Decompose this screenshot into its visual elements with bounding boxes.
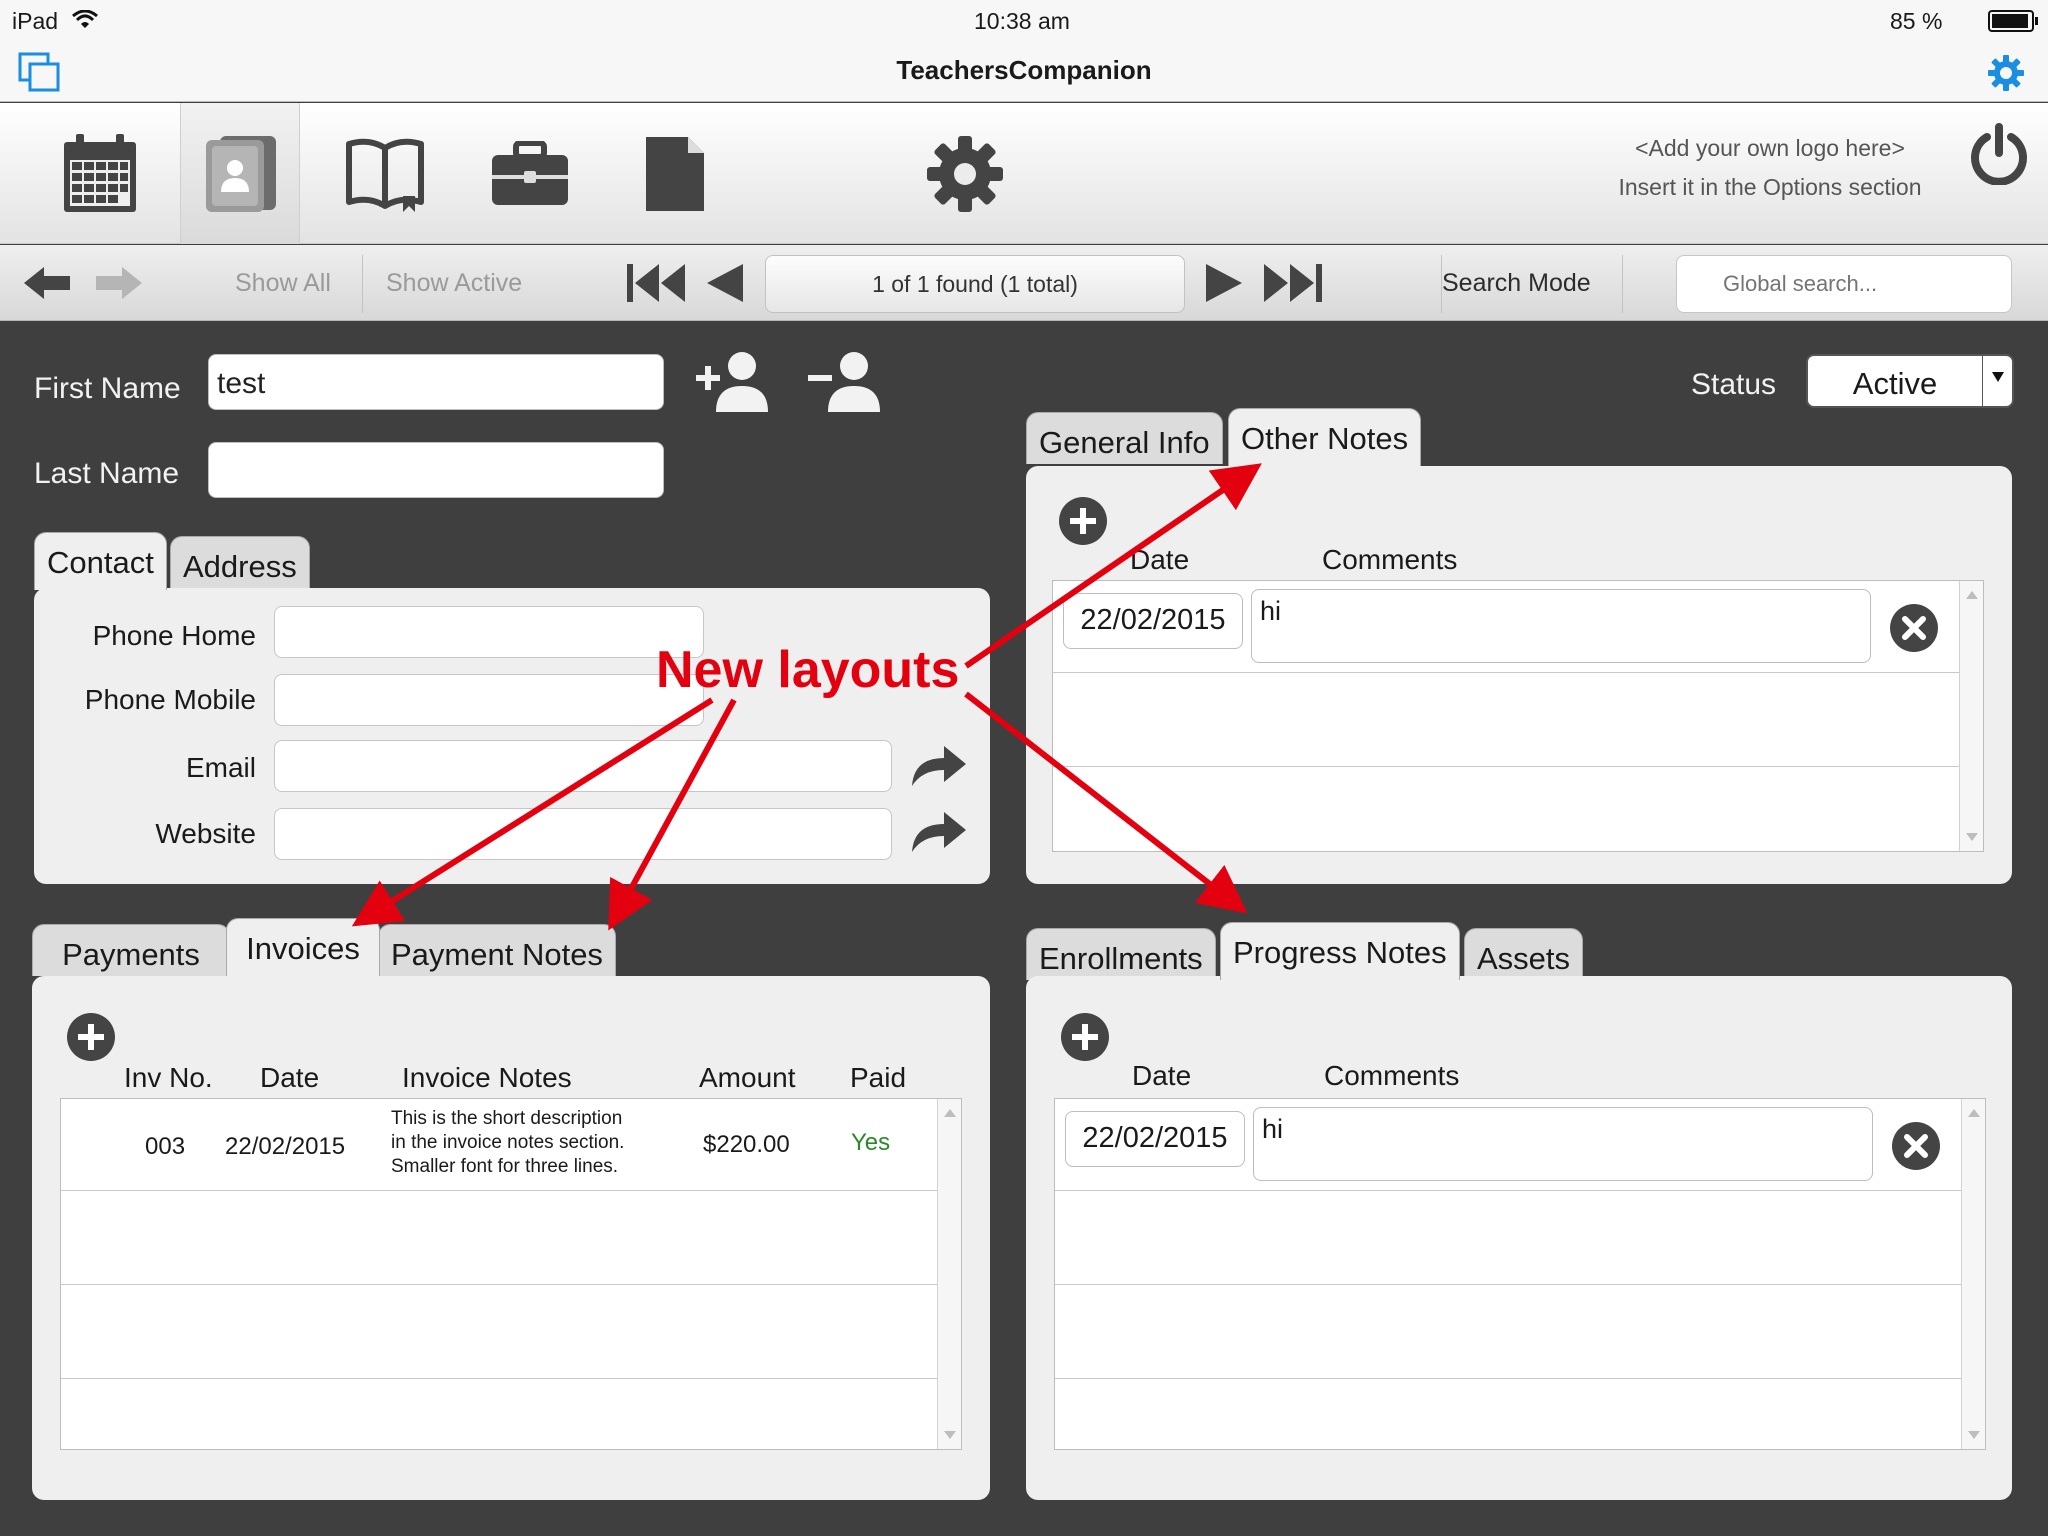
annotation-arrows <box>351 463 1262 931</box>
annotation-label: New layouts <box>656 641 960 699</box>
